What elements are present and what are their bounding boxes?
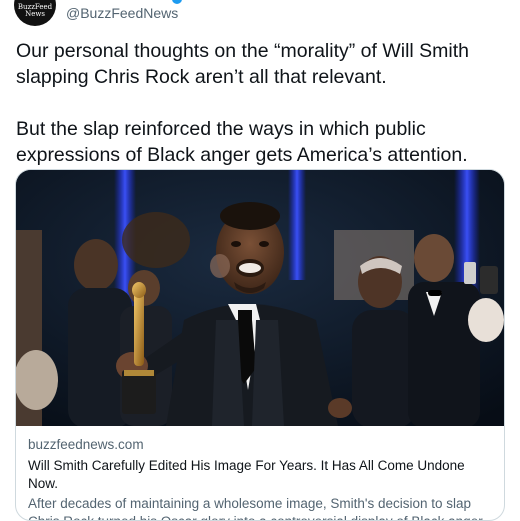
avatar-logo-text: BuzzFeed News xyxy=(17,3,53,18)
avatar[interactable]: BuzzFeed News xyxy=(14,0,56,26)
link-card-image[interactable] xyxy=(16,170,504,426)
link-card-photo xyxy=(16,170,504,426)
link-card-meta: buzzfeednews.com Will Smith Carefully Ed… xyxy=(28,436,496,520)
link-card[interactable]: buzzfeednews.com Will Smith Carefully Ed… xyxy=(15,169,505,521)
tweet-text: Our personal thoughts on the “morality” … xyxy=(16,38,508,168)
link-card-description: After decades of maintaining a wholesome… xyxy=(28,496,486,520)
account-handle[interactable]: @BuzzFeedNews xyxy=(66,5,178,21)
link-card-domain: buzzfeednews.com xyxy=(28,437,144,452)
link-card-title[interactable]: Will Smith Carefully Edited His Image Fo… xyxy=(28,457,496,493)
tweet[interactable]: BuzzFeed News @BuzzFeedNews Our personal… xyxy=(0,0,520,521)
tweet-paragraph-1: Our personal thoughts on the “morality” … xyxy=(16,40,470,88)
tweet-paragraph-2: But the slap reinforced the ways in whic… xyxy=(16,118,468,166)
verified-badge-icon xyxy=(172,0,182,4)
